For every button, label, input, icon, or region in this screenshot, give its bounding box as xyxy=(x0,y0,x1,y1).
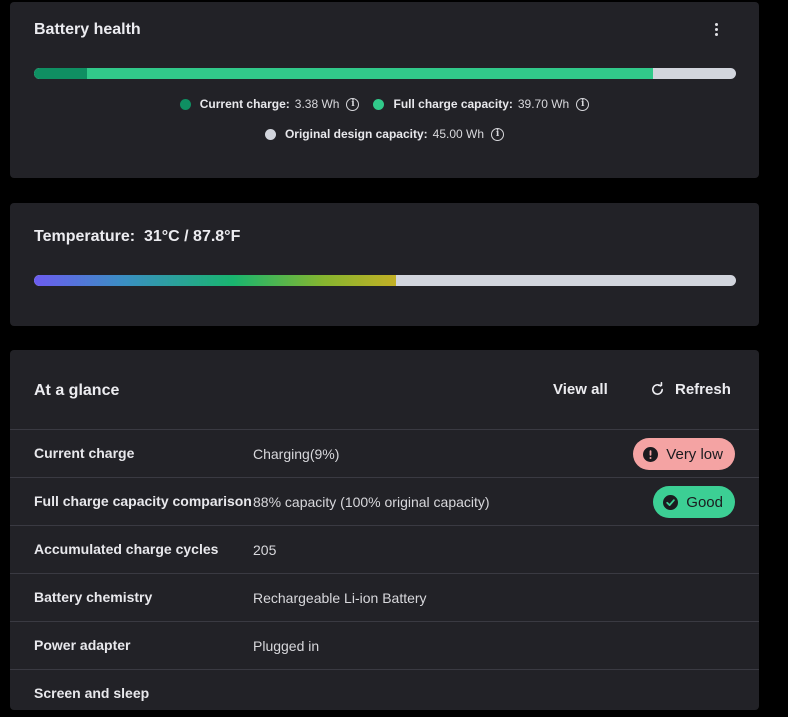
row-value: Plugged in xyxy=(253,638,320,654)
row-value: Rechargeable Li-ion Battery xyxy=(253,590,427,606)
design-capacity-dot-icon xyxy=(264,128,276,140)
row-label: Current charge xyxy=(34,445,135,461)
temperature-bar xyxy=(34,275,736,286)
row-value: Charging(9%) xyxy=(253,446,340,462)
row-label: Battery chemistry xyxy=(34,589,153,605)
at-a-glance-title: At a glance xyxy=(34,382,120,399)
row-value: 205 xyxy=(253,542,277,558)
full-charge-capacity-segment xyxy=(34,68,654,79)
badge-text: Good xyxy=(686,493,723,511)
table-row[interactable]: Screen and sleep xyxy=(10,669,759,717)
row-label: Power adapter xyxy=(34,637,131,653)
temperature-label: Temperature: xyxy=(34,228,136,245)
row-value: 88% capacity (100% original capacity) xyxy=(253,494,490,510)
info-icon[interactable]: i xyxy=(346,97,360,111)
current-charge-segment xyxy=(34,68,87,79)
view-all-button[interactable]: View all xyxy=(553,381,608,398)
legend-current-charge: Current charge: 3.38 Wh i xyxy=(179,97,360,111)
table-row: Accumulated charge cycles 205 xyxy=(10,525,759,573)
legend-full-charge-capacity: Full charge capacity: 39.70 Wh i xyxy=(373,97,590,111)
temperature-value: 31°C / 87.8°F xyxy=(143,228,241,245)
exclamation-icon xyxy=(643,446,659,462)
info-icon[interactable]: i xyxy=(576,97,590,111)
table-row: Power adapter Plugged in xyxy=(10,621,759,669)
table-row: Battery chemistry Rechargeable Li-ion Ba… xyxy=(10,573,759,621)
glance-table: Current charge Charging(9%) Very low Ful… xyxy=(10,429,759,717)
info-icon[interactable]: i xyxy=(491,127,505,141)
refresh-icon xyxy=(650,382,665,397)
more-options-icon[interactable] xyxy=(709,21,723,37)
battery-health-bar xyxy=(34,68,736,79)
temperature-fill xyxy=(34,275,397,286)
battery-health-title: Battery health xyxy=(34,21,141,38)
full-charge-dot-icon xyxy=(373,98,385,110)
refresh-button[interactable]: Refresh xyxy=(650,381,731,398)
legend-design-capacity: Original design capacity: 45.00 Wh i xyxy=(264,127,505,141)
row-label: Full charge capacity comparison xyxy=(34,493,252,509)
row-label: Accumulated charge cycles xyxy=(34,541,219,557)
status-badge: Very low xyxy=(633,438,735,470)
temperature-title: Temperature: 31°C / 87.8°F xyxy=(34,228,240,246)
status-badge: Good xyxy=(653,486,735,518)
badge-text: Very low xyxy=(666,445,723,463)
table-row: Current charge Charging(9%) Very low xyxy=(10,429,759,477)
checkmark-icon xyxy=(663,494,679,510)
temperature-card: Temperature: 31°C / 87.8°F xyxy=(10,203,759,326)
at-a-glance-card: At a glance View all Refresh Current cha… xyxy=(10,350,759,710)
refresh-label: Refresh xyxy=(675,381,731,398)
current-charge-dot-icon xyxy=(179,98,191,110)
table-row: Full charge capacity comparison 88% capa… xyxy=(10,477,759,525)
battery-health-card: Battery health Current charge: 3.38 Wh i… xyxy=(10,2,759,178)
